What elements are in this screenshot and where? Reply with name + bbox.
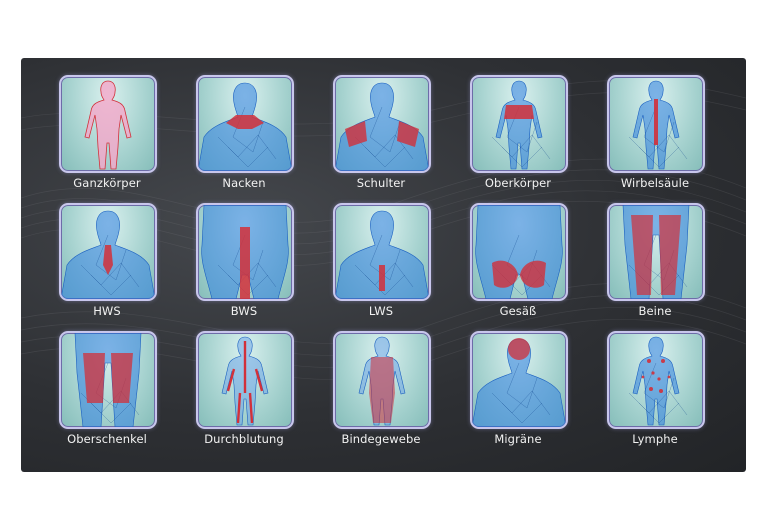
program-tile-label: Migräne [494,432,542,446]
program-tile-image [59,331,157,429]
program-tile-label: Bindegewebe [341,432,421,446]
program-tile-label: Gesäß [499,304,537,318]
lymph-icon [628,336,688,426]
program-tile-label: Nacken [222,176,266,190]
program-tile-buttocks[interactable]: Gesäß [448,203,588,327]
thighs-icon [74,333,142,427]
program-tile-image [470,75,568,173]
spine-icon [628,80,688,170]
program-tile-image [333,75,431,173]
program-tile-image [196,331,294,429]
program-tile-label: Schulter [356,176,406,190]
program-tile-upper-body[interactable]: Oberkörper [448,75,588,199]
program-tile-neck[interactable]: Nacken [174,75,314,199]
program-tile-thoracic-spine[interactable]: BWS [174,203,314,327]
program-tile-label: HWS [93,304,121,318]
program-tile-migraine[interactable]: Migräne [448,331,588,455]
program-tile-image [470,331,568,429]
program-tile-label: Beine [638,304,672,318]
program-tile-label: Lymphe [632,432,678,446]
program-tile-image [196,75,294,173]
connective-tissue-icon [358,336,406,426]
program-tile-cervical-spine[interactable]: HWS [37,203,177,327]
program-tile-shoulder[interactable]: Schulter [311,75,451,199]
lumbar-spine-icon [335,210,429,299]
program-tile-image [333,331,431,429]
program-tile-circulation[interactable]: Durchblutung [174,331,314,455]
upper-body-icon [491,80,551,170]
program-tile-thighs[interactable]: Oberschenkel [37,331,177,455]
program-tile-image [333,203,431,301]
program-tile-label: BWS [230,304,258,318]
program-tile-lumbar-spine[interactable]: LWS [311,203,451,327]
program-tile-label: Wirbelsäule [620,176,690,190]
program-tile-spine[interactable]: Wirbelsäule [585,75,725,199]
buttocks-icon [475,205,563,299]
program-tile-label: LWS [368,304,394,318]
program-tile-image [196,203,294,301]
program-tile-label: Oberschenkel [67,432,147,446]
program-tile-image [59,75,157,173]
migraine-icon [472,338,566,427]
program-tile-label: Durchblutung [204,432,284,446]
program-tile-image [607,75,705,173]
program-tile-image [470,203,568,301]
program-tile-label: Oberkörper [484,176,552,190]
thoracic-spine-icon [201,205,289,299]
program-selection-panel: Ganzkörper Nacken Schulter Oberkörper Wi… [21,58,746,472]
cervical-spine-icon [61,210,155,299]
program-tile-legs[interactable]: Beine [585,203,725,327]
neck-icon [198,82,292,171]
program-tile-lymph[interactable]: Lymphe [585,331,725,455]
program-tile-image [607,203,705,301]
program-tile-connective-tissue[interactable]: Bindegewebe [311,331,451,455]
shoulder-icon [335,82,429,171]
full-body-icon [84,80,132,170]
legs-icon [622,205,690,299]
circulation-icon [221,336,269,426]
program-tile-image [607,331,705,429]
program-tile-image [59,203,157,301]
program-tile-full-body[interactable]: Ganzkörper [37,75,177,199]
program-tile-label: Ganzkörper [73,176,141,190]
